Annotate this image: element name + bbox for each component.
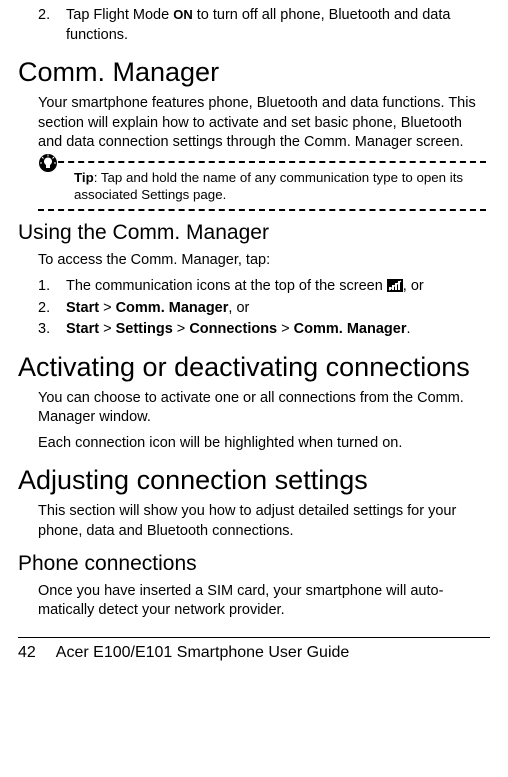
step-number: 2. <box>38 6 58 45</box>
page: 2. Tap Flight Mode ON to turn off all ph… <box>0 0 508 674</box>
para: Your smartphone features phone, Bluetoot… <box>38 94 486 153</box>
step-item: 3. Start > Settings > Connections > Comm… <box>38 320 486 340</box>
para: You can choose to activate one or all co… <box>38 389 486 428</box>
step-text: The communication icons at the top of th… <box>66 277 486 297</box>
heading-using-comm-manager: Using the Comm. Manager <box>18 221 490 245</box>
step-number: 1. <box>38 277 58 297</box>
using-body: To access the Comm. Manager, tap: 1. The… <box>18 251 490 339</box>
step-text: Start > Comm. Manager, or <box>66 299 486 319</box>
heading-comm-manager: Comm. Manager <box>18 57 490 88</box>
heading-phone-connections: Phone connections <box>18 552 490 576</box>
page-number: 42 <box>18 644 36 662</box>
step-item: 2. Tap Flight Mode ON to turn off all ph… <box>38 6 486 45</box>
steps-list: 1. The communication icons at the top of… <box>38 277 486 340</box>
step-text: Tap Flight Mode ON to turn off all phone… <box>66 6 486 45</box>
para: Each connection icon will be highlighted… <box>38 434 486 454</box>
tip-text: Tip: Tap and hold the name of any commun… <box>74 170 463 202</box>
phone-body: Once you have inserted a SIM card, your … <box>18 582 490 621</box>
step-number: 2. <box>38 299 58 319</box>
intro-step-block: 2. Tap Flight Mode ON to turn off all ph… <box>18 6 490 45</box>
lightbulb-icon <box>38 153 58 173</box>
heading-activating: Activating or deactivating connections <box>18 352 490 383</box>
para: This section will show you how to adjust… <box>38 502 486 541</box>
footer-title: Acer E100/E101 Smartphone User Guide <box>56 644 350 662</box>
step-item: 1. The communication icons at the top of… <box>38 277 486 297</box>
signal-icon <box>387 279 403 292</box>
activating-body: You can choose to activate one or all co… <box>18 389 490 454</box>
footer: 42 Acer E100/E101 Smartphone User Guide <box>18 637 490 662</box>
para: Once you have inserted a SIM card, your … <box>38 582 486 621</box>
step-text: Start > Settings > Connections > Comm. M… <box>66 320 486 340</box>
comm-body: Your smartphone features phone, Bluetoot… <box>18 94 490 211</box>
step-number: 3. <box>38 320 58 340</box>
step-item: 2. Start > Comm. Manager, or <box>38 299 486 319</box>
adjust-body: This section will show you how to adjust… <box>18 502 490 541</box>
on-glyph: ON <box>173 7 193 22</box>
tip-content: Tip: Tap and hold the name of any commun… <box>38 161 486 212</box>
para: To access the Comm. Manager, tap: <box>38 251 486 271</box>
heading-adjusting: Adjusting connection settings <box>18 465 490 496</box>
tip-block: Tip: Tap and hold the name of any commun… <box>38 161 486 212</box>
